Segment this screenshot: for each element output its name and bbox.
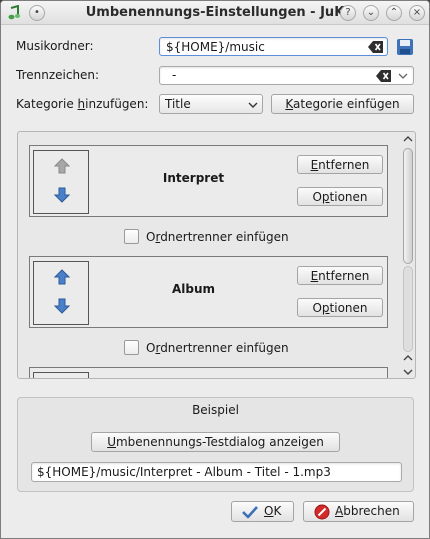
category-select[interactable]: Title: [159, 94, 263, 114]
cancel-label: Abbrechen: [335, 504, 400, 518]
clear-text-icon[interactable]: [368, 41, 384, 53]
example-title: Beispiel: [192, 403, 239, 417]
folder-separator-label: Ordnertrenner einfügen: [146, 341, 289, 355]
category-name: Interpret: [162, 171, 225, 185]
close-icon[interactable]: ×: [409, 5, 425, 21]
remove-button[interactable]: Entfernen: [297, 155, 383, 174]
move-up-icon[interactable]: [54, 269, 70, 285]
scroll-thumb[interactable]: [403, 148, 413, 264]
category-select-value: Title: [165, 97, 191, 111]
music-folder-label: Musikordner:: [16, 39, 94, 53]
ok-button[interactable]: OK: [231, 501, 294, 522]
move-down-icon[interactable]: [54, 298, 70, 314]
folder-separator-checkbox[interactable]: [124, 340, 139, 355]
move-arrows: [33, 261, 89, 325]
move-arrows: [33, 372, 89, 378]
separator-value: -: [172, 68, 177, 82]
ok-label: OK: [264, 504, 282, 518]
move-down-icon[interactable]: [54, 187, 70, 203]
category-item-interpret: Interpret Entfernen Optionen: [29, 145, 388, 217]
category-item-album: Album Entfernen Optionen: [29, 256, 388, 328]
scroll-track[interactable]: [403, 266, 413, 352]
category-list[interactable]: Interpret Entfernen Optionen Ordnertrenn…: [17, 131, 416, 379]
chevron-down-icon: [248, 102, 258, 108]
category-name: Album: [171, 282, 216, 296]
scroll-up-icon[interactable]: [403, 354, 413, 362]
folder-separator-checkbox[interactable]: [124, 229, 139, 244]
add-category-label: Kategorie hinzufügen:: [16, 97, 149, 111]
cancel-button[interactable]: Abbrechen: [303, 501, 414, 522]
move-arrows: [33, 150, 89, 214]
remove-button[interactable]: Entfernen: [297, 266, 383, 285]
cancel-icon: [314, 504, 330, 520]
category-item-partial: [29, 367, 388, 378]
example-group: Beispiel Umbenennungs-Testdialog anzeige…: [17, 397, 414, 492]
scroll-up-icon[interactable]: [403, 135, 413, 143]
example-result: ${HOME}/music/Interpret - Album - Titel …: [37, 465, 331, 479]
category-scrollbar[interactable]: [401, 132, 415, 378]
separator-label: Trennzeichen:: [16, 68, 100, 82]
options-button[interactable]: Optionen: [297, 298, 383, 317]
music-folder-input[interactable]: ${HOME}/music: [159, 37, 388, 56]
rename-test-dialog-button[interactable]: Umbenennungs-Testdialog anzeigen: [91, 432, 340, 452]
insert-category-button[interactable]: Kategorie einfügen: [271, 94, 414, 114]
move-up-icon: [54, 158, 70, 174]
maximize-icon[interactable]: ⌃: [386, 5, 402, 21]
save-icon[interactable]: [396, 38, 414, 56]
folder-separator-label: Ordnertrenner einfügen: [146, 230, 289, 244]
scroll-down-icon[interactable]: [403, 368, 413, 376]
options-button[interactable]: Optionen: [297, 187, 383, 206]
checkmark-icon: [242, 506, 258, 519]
music-folder-value: ${HOME}/music: [166, 40, 265, 54]
chevron-down-icon[interactable]: [398, 72, 408, 80]
separator-combo[interactable]: -: [159, 66, 414, 85]
title-bar[interactable]: • Umbenennungs-Einstellungen - JuK ? ⌄ ⌃…: [1, 1, 429, 25]
rename-settings-dialog: • Umbenennungs-Einstellungen - JuK ? ⌄ ⌃…: [0, 0, 430, 539]
minimize-icon[interactable]: ⌄: [363, 5, 379, 21]
help-icon[interactable]: ?: [340, 5, 356, 21]
clear-text-icon[interactable]: [376, 70, 392, 82]
example-result-field[interactable]: ${HOME}/music/Interpret - Album - Titel …: [31, 462, 402, 482]
